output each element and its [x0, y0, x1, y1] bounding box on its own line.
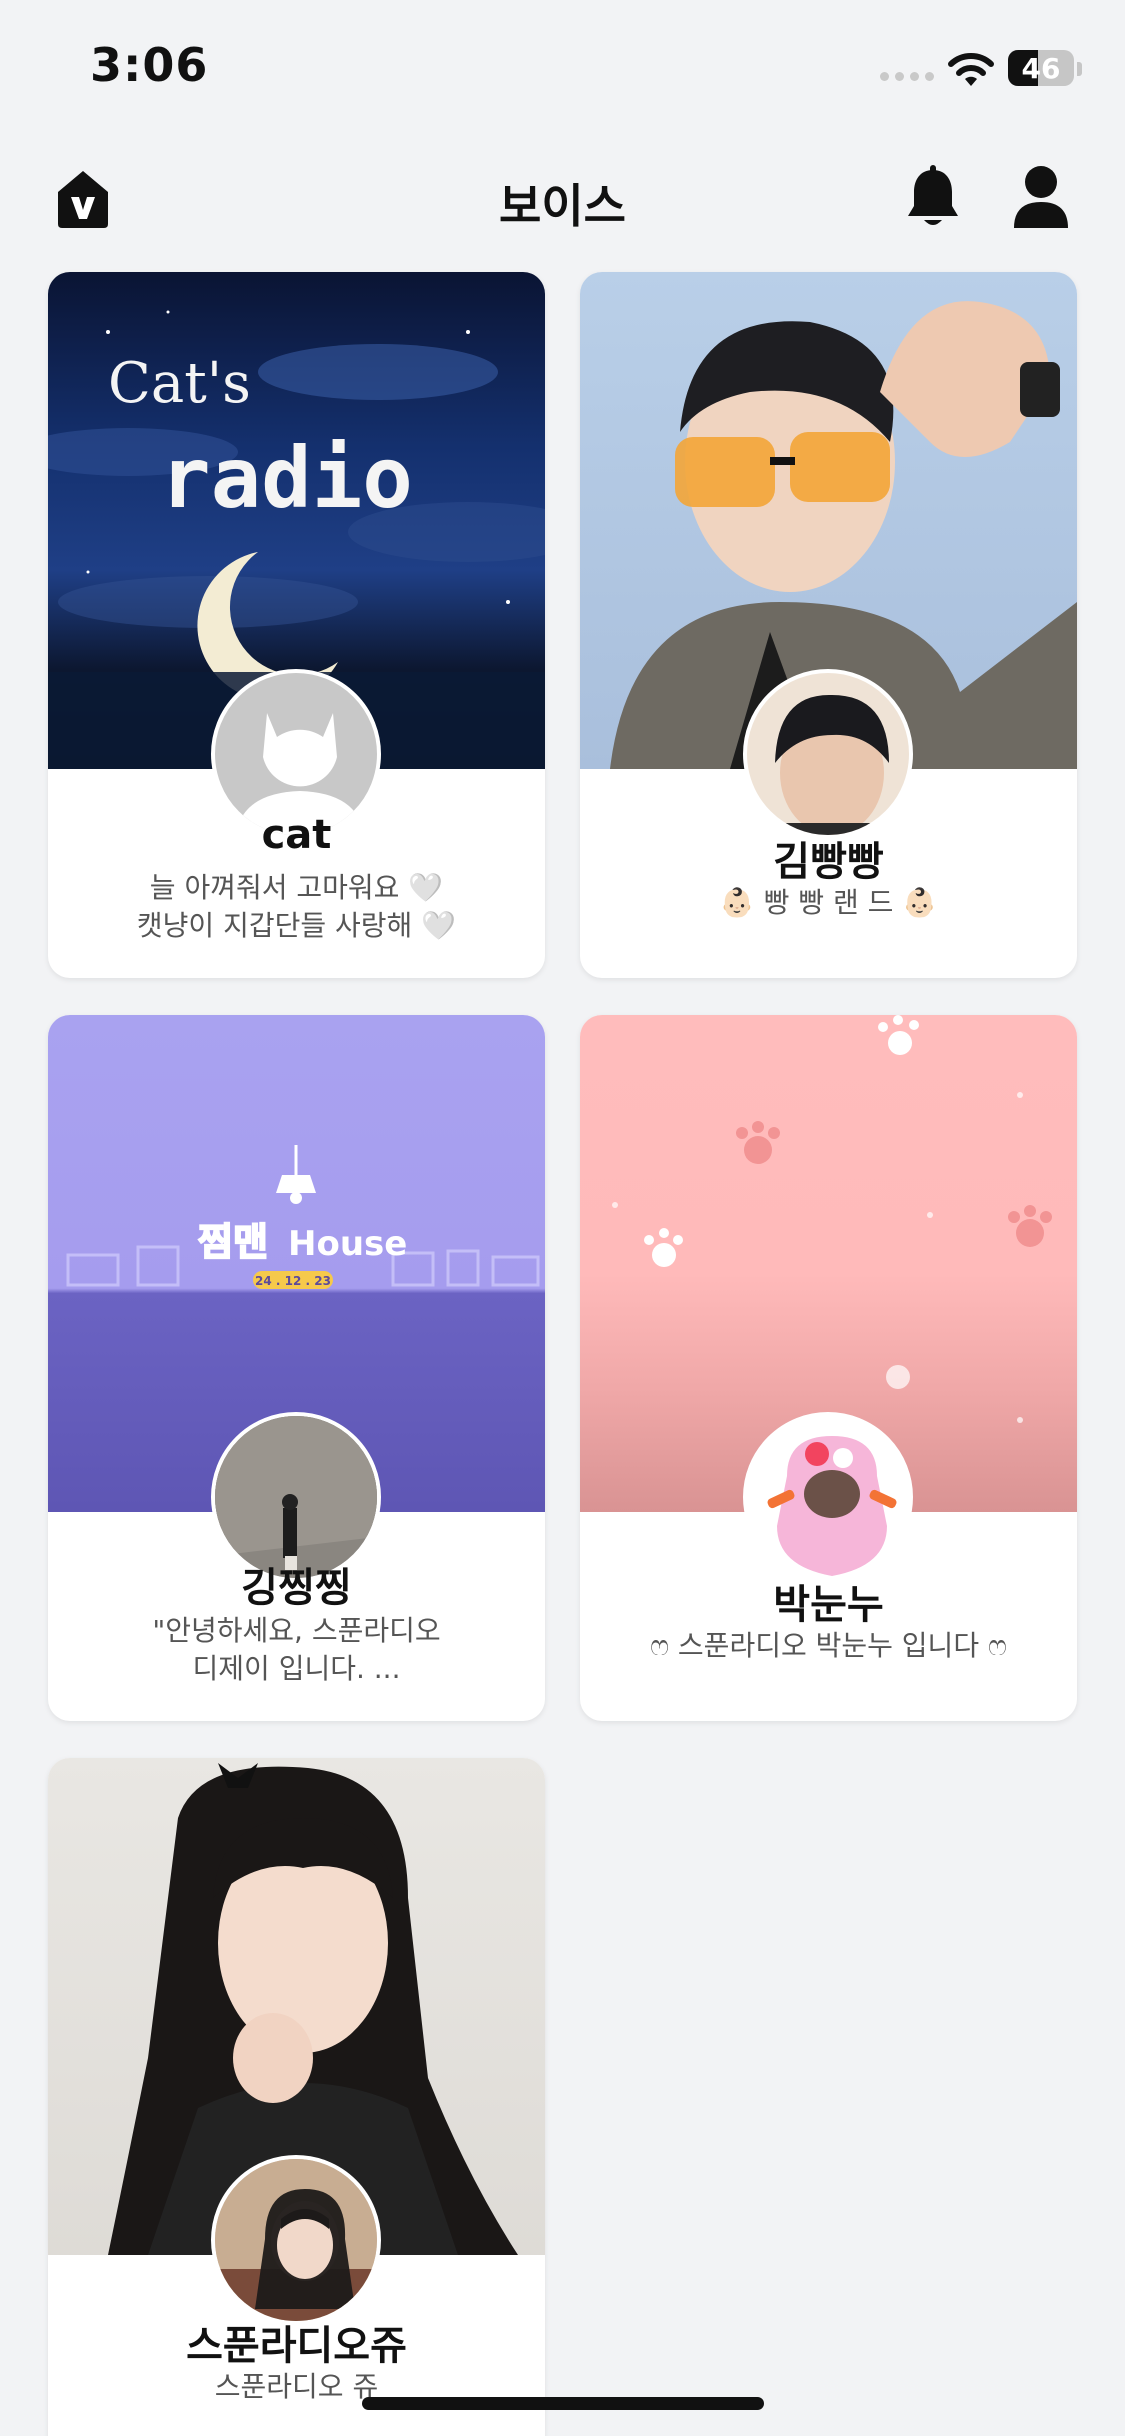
- status-bar: 3:06 46: [0, 0, 1125, 140]
- battery-icon: 46: [1008, 50, 1074, 86]
- voice-card-cat[interactable]: Cat's radio cat 늘 아껴줘서 고마워요 🤍 캣냥이 지갑단들 사…: [48, 272, 545, 978]
- voice-card-spoonradiojyu[interactable]: 스푼라디오쥬 스푼라디오 쥬: [48, 1758, 545, 2436]
- voice-card-name: 박눈누: [773, 1582, 884, 1628]
- avatar: [211, 2155, 381, 2325]
- voice-card-bio: ෆ 스푼라디오 박눈누 입니다 ෆ: [650, 1629, 1007, 1662]
- avatar: [743, 669, 913, 839]
- cover-text-date: 24 . 12 . 23: [255, 1274, 331, 1288]
- cover-text-house: House: [288, 1224, 407, 1264]
- wifi-icon: [948, 53, 994, 86]
- cellular-signal-icon: [880, 72, 934, 81]
- voice-card-kimbbangbbang[interactable]: 김빵빵 👶🏻 빵 빵 랜 드 👶🏻: [580, 272, 1077, 978]
- voice-card-bio: 늘 아껴줘서 고마워요 🤍 캣냥이 지갑단들 사랑해 🤍: [136, 871, 457, 942]
- battery-level: 46: [1021, 52, 1061, 85]
- voice-card-bio: 👶🏻 빵 빵 랜 드 👶🏻: [719, 886, 938, 919]
- cover-text-jjimmaen: 찜맨: [198, 1220, 268, 1264]
- app-header: 보이스: [0, 150, 1125, 250]
- bell-icon[interactable]: [904, 164, 962, 232]
- status-time: 3:06: [90, 38, 209, 92]
- voice-card-name: 깅찡찡: [241, 1565, 352, 1611]
- cover-text-cats: Cat's: [108, 351, 251, 416]
- avatar: [743, 1412, 913, 1582]
- voice-card-name: 김빵빵: [773, 839, 884, 885]
- voice-card-gingjjingjjing[interactable]: 찜맨 House 24 . 12 . 23 깅찡찡 "안녕하세요, 스푼라디오 …: [48, 1015, 545, 1721]
- cover-text-radio: radio: [160, 429, 413, 527]
- profile-icon[interactable]: [1012, 164, 1070, 230]
- home-indicator[interactable]: [362, 2397, 764, 2410]
- voice-card-name: cat: [261, 812, 332, 858]
- voice-card-name: 스푼라디오쥬: [186, 2323, 407, 2369]
- voice-card-bio: "안녕하세요, 스푼라디오 디제이 입니다. ...: [152, 1614, 441, 1685]
- voice-card-parknunnu[interactable]: 박눈누 ෆ 스푼라디오 박눈누 입니다 ෆ: [580, 1015, 1077, 1721]
